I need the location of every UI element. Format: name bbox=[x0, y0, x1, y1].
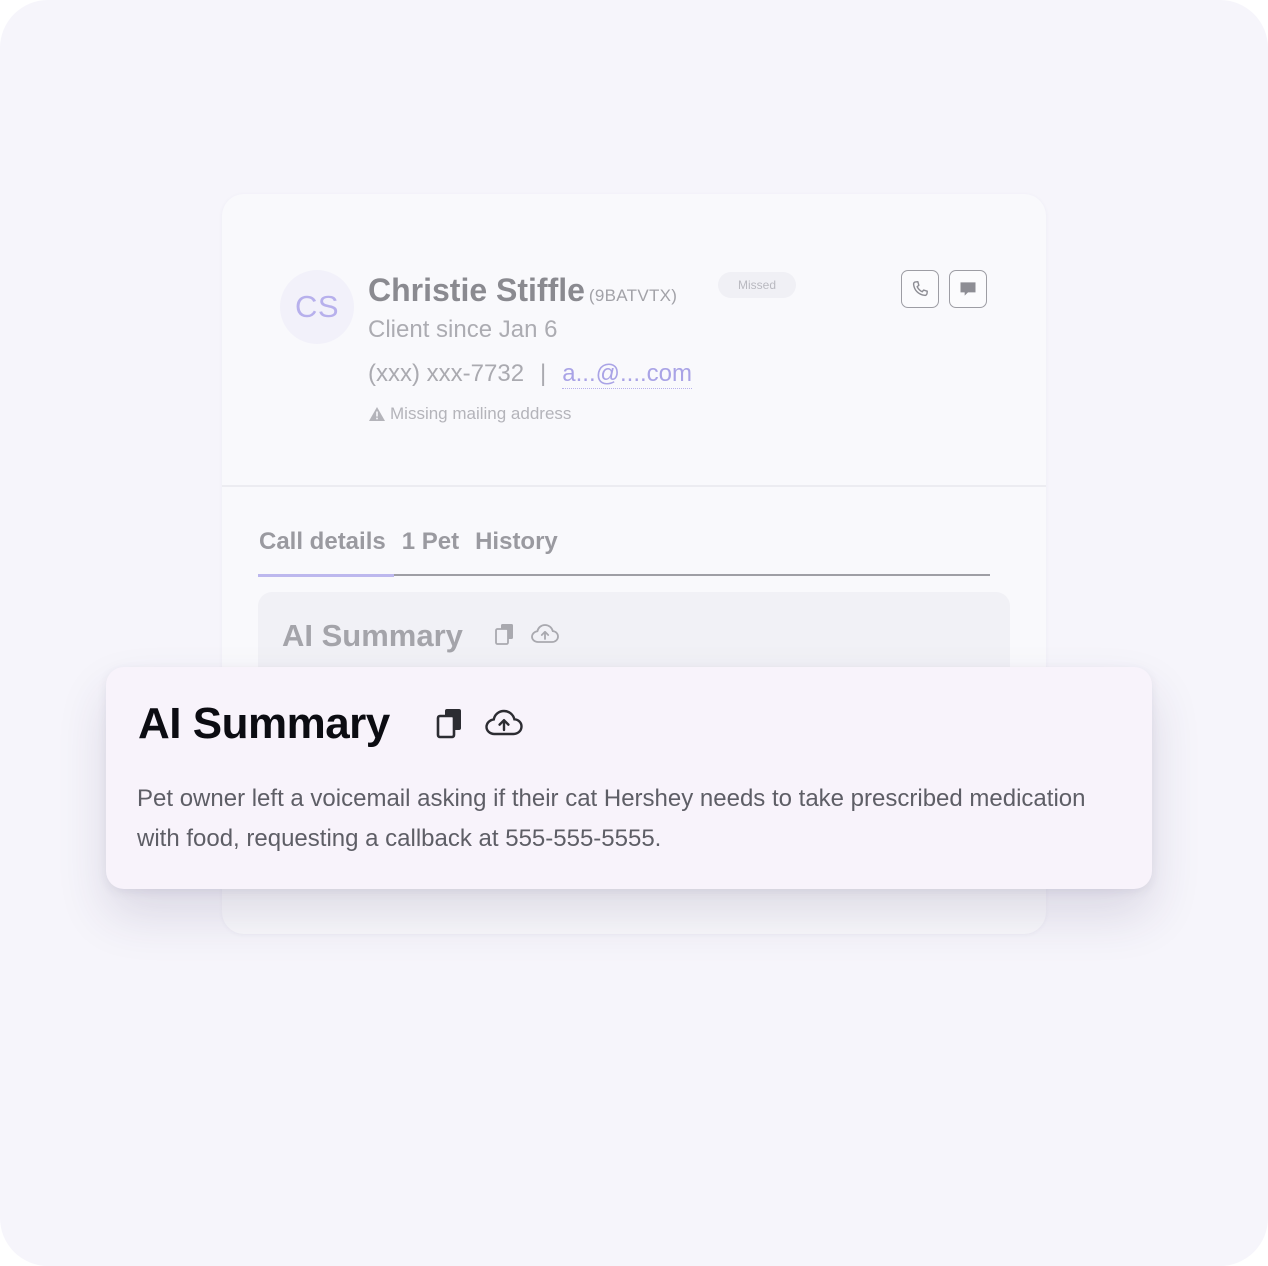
section-title: AI Summary bbox=[282, 618, 463, 653]
email-link[interactable]: a...@....com bbox=[562, 360, 693, 389]
tab-call-details[interactable]: Call details bbox=[259, 528, 386, 556]
card-divider bbox=[222, 485, 1046, 487]
client-code: (9BATVTX) bbox=[588, 286, 678, 305]
avatar: CS bbox=[280, 270, 354, 344]
message-button[interactable] bbox=[949, 270, 987, 308]
screen: CS Christie Stiffle (9BATVTX) Missed Clie… bbox=[0, 0, 1268, 1266]
tab-active-indicator bbox=[258, 574, 394, 577]
copy-icon[interactable] bbox=[494, 622, 516, 646]
contact-separator: | bbox=[540, 360, 547, 387]
message-icon bbox=[960, 282, 976, 296]
client-name: Christie Stiffle bbox=[368, 272, 585, 308]
phone-number: (xxx) xxx-7732 bbox=[368, 360, 525, 387]
upload-summary-button[interactable] bbox=[482, 701, 526, 745]
summary-title: AI Summary bbox=[138, 699, 390, 748]
copy-summary-button[interactable] bbox=[428, 701, 472, 745]
summary-text: Pet owner left a voicemail asking if the… bbox=[137, 785, 1086, 852]
missing-address-warning: Missing mailing address bbox=[368, 404, 571, 424]
warning-icon bbox=[369, 407, 385, 421]
status-badge: Missed bbox=[718, 272, 796, 298]
contact-line: (xxx) xxx-7732 | a...@....com bbox=[368, 360, 693, 389]
phone-icon bbox=[912, 280, 928, 297]
cloud-upload-icon bbox=[485, 709, 523, 736]
warning-text: Missing mailing address bbox=[390, 404, 572, 423]
ai-summary-panel: AI Summary Pet owner left a voicemail as… bbox=[106, 667, 1152, 889]
cloud-upload-icon[interactable] bbox=[530, 622, 560, 646]
tab-history[interactable]: History bbox=[475, 528, 558, 556]
tab-pets[interactable]: 1 Pet bbox=[402, 528, 459, 556]
call-button[interactable] bbox=[901, 270, 939, 308]
tab-bar: Call details 1 Pet History bbox=[259, 528, 574, 556]
client-since: Client since Jan 6 bbox=[368, 316, 558, 343]
copy-icon bbox=[436, 709, 461, 739]
client-name-line: Christie Stiffle (9BATVTX) bbox=[368, 272, 677, 309]
